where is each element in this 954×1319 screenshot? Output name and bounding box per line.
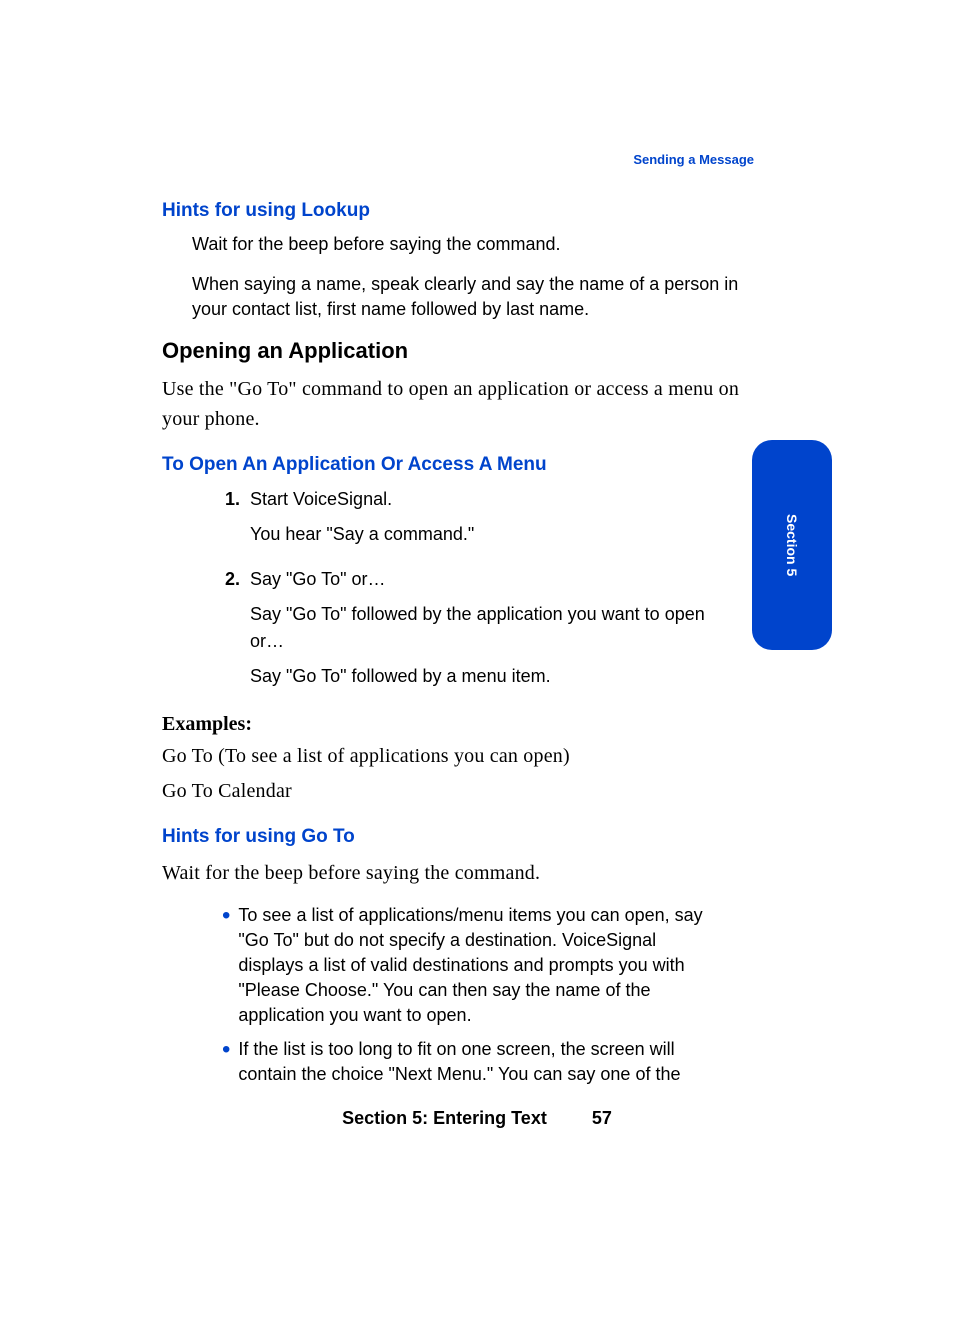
example-line: Go To (To see a list of applications you… bbox=[162, 741, 742, 771]
hints-goto-intro: Wait for the beep before saying the comm… bbox=[162, 858, 742, 888]
step-item: 1. Start VoiceSignal. You hear "Say a co… bbox=[212, 486, 742, 556]
hints-lookup-p2: When saying a name, speak clearly and sa… bbox=[192, 272, 742, 322]
step-number: 1. bbox=[212, 486, 240, 556]
page-container: Sending a Message Hints for using Lookup… bbox=[0, 0, 954, 1087]
footer-page-number: 57 bbox=[592, 1108, 612, 1128]
step-item: 2. Say "Go To" or… Say "Go To" followed … bbox=[212, 566, 742, 698]
steps-list: 1. Start VoiceSignal. You hear "Say a co… bbox=[212, 486, 742, 698]
hints-goto-heading: Hints for using Go To bbox=[162, 826, 742, 848]
bullet-text: If the list is too long to fit on one sc… bbox=[238, 1037, 718, 1087]
bullet-list: • To see a list of applications/menu ite… bbox=[222, 903, 742, 1087]
step-main: Start VoiceSignal. bbox=[250, 486, 742, 513]
bullet-text: To see a list of applications/menu items… bbox=[238, 903, 718, 1029]
section-tab-label: Section 5 bbox=[784, 514, 800, 576]
section-tab: Section 5 bbox=[752, 440, 832, 650]
step-content: Start VoiceSignal. You hear "Say a comma… bbox=[250, 486, 742, 556]
hints-lookup-heading: Hints for using Lookup bbox=[162, 200, 742, 222]
examples-label: Examples bbox=[162, 713, 252, 735]
step-main: Say "Go To" or… bbox=[250, 566, 742, 593]
content-area: Hints for using Lookup Wait for the beep… bbox=[162, 200, 742, 1087]
opening-app-heading: Opening an Application bbox=[162, 338, 742, 364]
step-sub: Say "Go To" followed by the application … bbox=[250, 601, 742, 655]
opening-app-intro: Use the "Go To" command to open an appli… bbox=[162, 374, 742, 434]
page-footer: Section 5: Entering Text 57 bbox=[0, 1108, 954, 1129]
step-content: Say "Go To" or… Say "Go To" followed by … bbox=[250, 566, 742, 698]
bullet-item: • If the list is too long to fit on one … bbox=[222, 1037, 742, 1087]
step-sub: You hear "Say a command." bbox=[250, 521, 742, 548]
step-number: 2. bbox=[212, 566, 240, 698]
footer-section-title: Section 5: Entering Text bbox=[342, 1108, 547, 1128]
step-sub: Say "Go To" followed by a menu item. bbox=[250, 663, 742, 690]
example-line: Go To Calendar bbox=[162, 776, 742, 806]
bullet-icon: • bbox=[222, 1039, 230, 1087]
bullet-item: • To see a list of applications/menu ite… bbox=[222, 903, 742, 1029]
header-topic: Sending a Message bbox=[633, 152, 754, 167]
to-open-heading: To Open An Application Or Access A Menu bbox=[162, 454, 742, 476]
bullet-icon: • bbox=[222, 905, 230, 1029]
hints-lookup-p1: Wait for the beep before saying the comm… bbox=[192, 232, 742, 257]
